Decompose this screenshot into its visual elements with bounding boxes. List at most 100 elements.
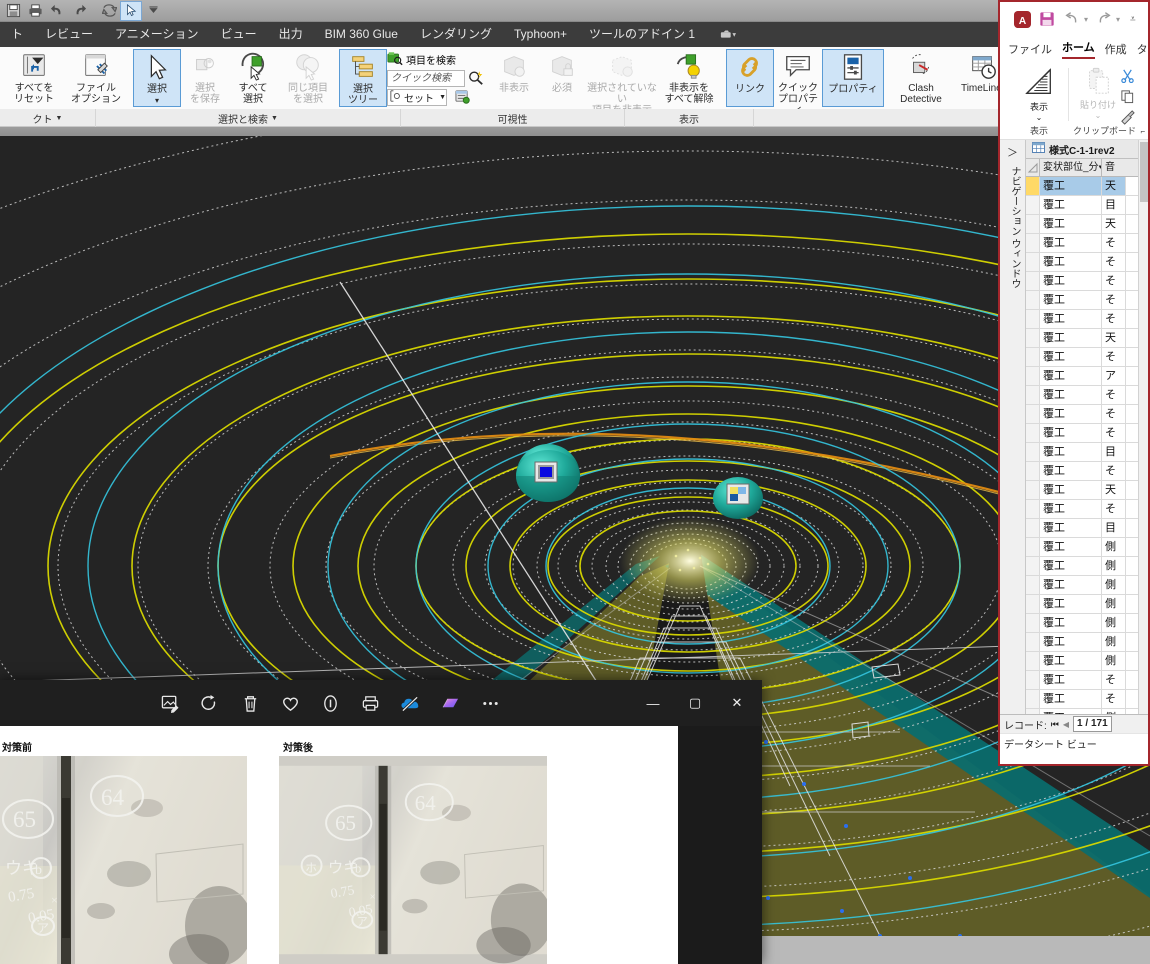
hide-button[interactable]: 非表示 bbox=[490, 49, 538, 107]
view-dropdown-icon[interactable]: ⌄ bbox=[1036, 113, 1043, 122]
cell-location[interactable]: 天 bbox=[1102, 329, 1126, 347]
find-items-button[interactable]: 項目を検索 bbox=[387, 51, 484, 68]
table-row[interactable]: 覆工そ bbox=[1026, 690, 1148, 709]
cell-deformation-part[interactable]: 覆工 bbox=[1040, 595, 1102, 613]
document-tab[interactable]: 様式C-1-1rev2 bbox=[1026, 140, 1148, 159]
datasheet-vertical-scrollbar[interactable] bbox=[1138, 140, 1148, 714]
table-row[interactable]: 覆工側 bbox=[1026, 557, 1148, 576]
delete-icon[interactable] bbox=[239, 692, 261, 714]
qat-dropdown-icon[interactable] bbox=[142, 1, 164, 21]
rotate-icon[interactable] bbox=[199, 692, 221, 714]
print-icon[interactable] bbox=[24, 1, 46, 21]
cell-location[interactable]: 天 bbox=[1102, 481, 1126, 499]
cell-deformation-part[interactable]: 覆工 bbox=[1040, 272, 1102, 290]
sets-row[interactable]: セット ▼ bbox=[387, 89, 484, 106]
require-button[interactable]: 必須 bbox=[538, 49, 586, 107]
cell-deformation-part[interactable]: 覆工 bbox=[1040, 633, 1102, 651]
cell-location[interactable]: 天 bbox=[1102, 177, 1126, 195]
group-label-project[interactable]: クト ▼ bbox=[0, 109, 96, 127]
row-selector[interactable] bbox=[1026, 576, 1040, 594]
designer-icon[interactable] bbox=[439, 692, 461, 714]
table-row[interactable]: 覆工そ bbox=[1026, 272, 1148, 291]
paste-button[interactable]: 貼り付け ⌄ bbox=[1078, 66, 1118, 130]
cell-location[interactable]: 天 bbox=[1102, 215, 1126, 233]
cell-deformation-part[interactable]: 覆工 bbox=[1040, 405, 1102, 423]
cell-deformation-part[interactable]: 覆工 bbox=[1040, 424, 1102, 442]
photos-image-canvas[interactable]: 対策前 対策後 65 64 ウキ b 0.75 × 0.05 ア 65 64 ホ… bbox=[0, 726, 678, 964]
cut-icon[interactable] bbox=[1120, 68, 1135, 88]
row-selector[interactable] bbox=[1026, 557, 1040, 575]
navisworks-quick-access-toolbar[interactable] bbox=[0, 0, 1010, 22]
cell-location[interactable]: 側 bbox=[1102, 633, 1126, 651]
cell-deformation-part[interactable]: 覆工 bbox=[1040, 443, 1102, 461]
table-row[interactable]: 覆工そ bbox=[1026, 462, 1148, 481]
maximize-button[interactable]: ▢ bbox=[674, 680, 716, 726]
cell-deformation-part[interactable]: 覆工 bbox=[1040, 462, 1102, 480]
cell-deformation-part[interactable]: 覆工 bbox=[1040, 500, 1102, 518]
access-ribbon[interactable]: 表示 ⌄ 表示 貼り付け ⌄ クリップボード ⌐ bbox=[1000, 62, 1148, 140]
row-selector[interactable] bbox=[1026, 709, 1040, 714]
previous-record-icon[interactable]: ◀ bbox=[1063, 720, 1069, 729]
scrollbar-thumb[interactable] bbox=[1140, 142, 1148, 202]
table-row[interactable]: 覆工側 bbox=[1026, 614, 1148, 633]
table-row[interactable]: 覆工側 bbox=[1026, 595, 1148, 614]
onedrive-off-icon[interactable] bbox=[399, 692, 421, 714]
table-row[interactable]: 覆工そ bbox=[1026, 348, 1148, 367]
row-selector[interactable] bbox=[1026, 519, 1040, 537]
cell-deformation-part[interactable]: 覆工 bbox=[1040, 215, 1102, 233]
cell-location[interactable]: 側 bbox=[1102, 538, 1126, 556]
column-header-0[interactable]: 変状部位_分 ▾ bbox=[1040, 158, 1102, 177]
row-selector[interactable] bbox=[1026, 538, 1040, 556]
table-row[interactable]: 覆工そ bbox=[1026, 424, 1148, 443]
tab-animation[interactable]: アニメーション bbox=[104, 22, 210, 47]
row-selector[interactable] bbox=[1026, 405, 1040, 423]
sets-arrow-icon[interactable]: ▼ bbox=[439, 94, 446, 101]
redo-icon[interactable] bbox=[68, 1, 90, 21]
cell-deformation-part[interactable]: 覆工 bbox=[1040, 367, 1102, 385]
row-selector[interactable] bbox=[1026, 348, 1040, 366]
clash-detective-button[interactable]: Clash Detective bbox=[890, 49, 952, 107]
row-selector[interactable] bbox=[1026, 177, 1040, 195]
chevron-down-icon[interactable]: ▼ bbox=[56, 115, 63, 122]
cell-location[interactable]: そ bbox=[1102, 671, 1126, 689]
row-selector[interactable] bbox=[1026, 671, 1040, 689]
copy-icon[interactable] bbox=[1120, 89, 1135, 109]
quick-find-row[interactable]: クイック検索 bbox=[387, 70, 484, 87]
cell-location[interactable]: 側 bbox=[1102, 614, 1126, 632]
row-selector[interactable] bbox=[1026, 329, 1040, 347]
cell-deformation-part[interactable]: 覆工 bbox=[1040, 291, 1102, 309]
row-selector[interactable] bbox=[1026, 234, 1040, 252]
cell-location[interactable]: そ bbox=[1102, 234, 1126, 252]
file-options-button[interactable]: ファイル オプション bbox=[65, 49, 127, 107]
undo-icon[interactable] bbox=[1064, 11, 1081, 28]
quick-find-input[interactable]: クイック検索 bbox=[387, 70, 465, 87]
cell-location[interactable]: そ bbox=[1102, 310, 1126, 328]
tab-rendering[interactable]: レンダリング bbox=[409, 22, 503, 47]
quick-properties-button[interactable]: クイック プロパティ bbox=[774, 49, 822, 116]
save-selection-button[interactable]: 選択 を保存 bbox=[181, 49, 229, 107]
select-button[interactable]: 選択 ▾ bbox=[133, 49, 181, 107]
select-all-cell[interactable] bbox=[1026, 158, 1040, 177]
row-selector[interactable] bbox=[1026, 424, 1040, 442]
table-row[interactable]: 覆工目 bbox=[1026, 519, 1148, 538]
access-window[interactable]: A ▾ ▾ ⩡ ファイル ホーム 作成 タ 表示 ⌄ 表示 貼り付け ⌄ クリッ… bbox=[998, 0, 1150, 766]
row-selector[interactable] bbox=[1026, 652, 1040, 670]
favorite-icon[interactable] bbox=[279, 692, 301, 714]
undo-icon[interactable] bbox=[46, 1, 68, 21]
cell-deformation-part[interactable]: 覆工 bbox=[1040, 690, 1102, 708]
row-selector[interactable] bbox=[1026, 614, 1040, 632]
tab-typhoon[interactable]: Typhoon+ bbox=[503, 22, 578, 47]
edit-image-icon[interactable] bbox=[159, 692, 181, 714]
undo-dropdown-icon[interactable]: ▾ bbox=[1084, 15, 1088, 24]
save-icon[interactable] bbox=[1039, 11, 1056, 28]
navisworks-ribbon-tabs[interactable]: ト レビュー アニメーション ビュー 出力 BIM 360 Glue レンダリン… bbox=[0, 22, 1010, 47]
cell-deformation-part[interactable]: 覆工 bbox=[1040, 519, 1102, 537]
refresh-icon[interactable] bbox=[98, 1, 120, 21]
datasheet-area[interactable]: 様式C-1-1rev2 変状部位_分 ▾ 音 覆工天覆工目覆工天覆工そ覆工そ覆工… bbox=[1026, 140, 1148, 714]
cell-location[interactable]: 側 bbox=[1102, 557, 1126, 575]
row-selector[interactable] bbox=[1026, 500, 1040, 518]
redo-dropdown-icon[interactable]: ▾ bbox=[1116, 15, 1120, 24]
sets-dropdown[interactable]: セット ▼ bbox=[387, 89, 447, 106]
first-record-icon[interactable]: ⏮ bbox=[1051, 719, 1059, 730]
table-row[interactable]: 覆工天 bbox=[1026, 329, 1148, 348]
